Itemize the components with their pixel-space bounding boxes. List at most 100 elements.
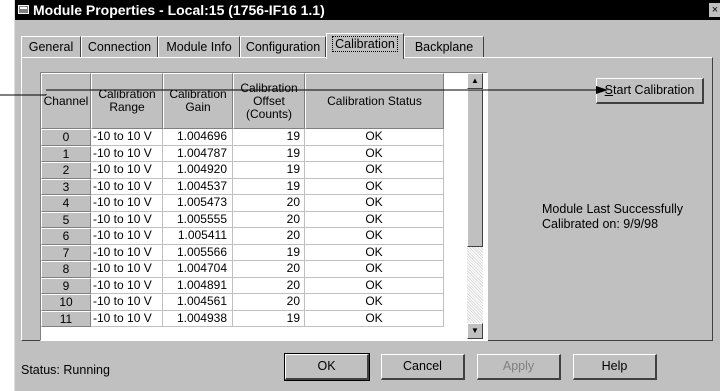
table-row[interactable]: 2 -10 to 10 V 1.004920 19 OK bbox=[41, 162, 444, 179]
offset-cell: 19 bbox=[233, 129, 305, 146]
gain-cell: 1.004938 bbox=[163, 310, 233, 327]
table-row[interactable]: 11 -10 to 10 V 1.004938 19 OK bbox=[41, 310, 444, 327]
offset-cell: 19 bbox=[233, 162, 305, 179]
table-row[interactable]: 9 -10 to 10 V 1.004891 20 OK bbox=[41, 277, 444, 294]
channel-cell: 9 bbox=[41, 277, 91, 294]
channel-cell: 11 bbox=[41, 310, 91, 327]
gain-cell: 1.004920 bbox=[163, 162, 233, 179]
tab-configuration[interactable]: Configuration bbox=[240, 36, 326, 58]
status-cell: OK bbox=[305, 228, 444, 245]
status-cell: OK bbox=[305, 261, 444, 278]
range-cell: -10 to 10 V bbox=[91, 145, 163, 162]
gain-cell: 1.004696 bbox=[163, 129, 233, 146]
gain-cell: 1.005411 bbox=[163, 228, 233, 245]
status-cell: OK bbox=[305, 178, 444, 195]
status-cell: OK bbox=[305, 294, 444, 311]
apply-button[interactable]: Apply bbox=[477, 354, 561, 380]
offset-cell: 20 bbox=[233, 277, 305, 294]
header-calibration-range[interactable]: Calibration Range bbox=[91, 73, 163, 129]
start-calibration-mnemonic: S bbox=[604, 83, 614, 97]
module-last-calibrated-line2: Calibrated on: 9/9/98 bbox=[542, 217, 659, 231]
gain-cell: 1.004891 bbox=[163, 277, 233, 294]
channel-cell: 2 bbox=[41, 162, 91, 179]
channel-cell: 6 bbox=[41, 228, 91, 245]
table-scrollbar[interactable]: ▲ ▼ bbox=[467, 73, 483, 339]
table-row[interactable]: 8 -10 to 10 V 1.004704 20 OK bbox=[41, 261, 444, 278]
tab-connection[interactable]: Connection bbox=[81, 36, 158, 58]
gain-cell: 1.004561 bbox=[163, 294, 233, 311]
tab-calibration[interactable]: Calibration bbox=[326, 33, 404, 59]
offset-cell: 19 bbox=[233, 145, 305, 162]
offset-cell: 19 bbox=[233, 310, 305, 327]
status-cell: OK bbox=[305, 195, 444, 212]
tab-module-info[interactable]: Module Info bbox=[158, 36, 240, 58]
calibration-panel: Channel Calibration Range Calibration Ga… bbox=[21, 57, 713, 341]
table-row[interactable]: 6 -10 to 10 V 1.005411 20 OK bbox=[41, 228, 444, 245]
module-last-calibrated-line1: Module Last Successfully bbox=[542, 202, 684, 216]
tab-backplane[interactable]: Backplane bbox=[404, 36, 484, 58]
status-cell: OK bbox=[305, 244, 444, 261]
gain-cell: 1.005555 bbox=[163, 211, 233, 228]
range-cell: -10 to 10 V bbox=[91, 244, 163, 261]
channel-cell: 3 bbox=[41, 178, 91, 195]
start-calibration-label: tart Calibration bbox=[613, 83, 695, 97]
range-cell: -10 to 10 V bbox=[91, 261, 163, 278]
channel-cell: 0 bbox=[41, 129, 91, 146]
status-cell: OK bbox=[305, 129, 444, 146]
offset-cell: 19 bbox=[233, 178, 305, 195]
header-calibration-gain[interactable]: Calibration Gain bbox=[163, 73, 233, 129]
range-cell: -10 to 10 V bbox=[91, 195, 163, 212]
gain-cell: 1.004787 bbox=[163, 145, 233, 162]
range-cell: -10 to 10 V bbox=[91, 277, 163, 294]
header-calibration-status[interactable]: Calibration Status bbox=[305, 73, 444, 129]
gain-cell: 1.005473 bbox=[163, 195, 233, 212]
table-row[interactable]: 0 -10 to 10 V 1.004696 19 OK bbox=[41, 129, 444, 146]
calibration-table[interactable]: Channel Calibration Range Calibration Ga… bbox=[40, 72, 488, 341]
close-icon[interactable]: × bbox=[709, 3, 720, 17]
status-cell: OK bbox=[305, 162, 444, 179]
offset-cell: 20 bbox=[233, 261, 305, 278]
table-row[interactable]: 7 -10 to 10 V 1.005566 19 OK bbox=[41, 244, 444, 261]
range-cell: -10 to 10 V bbox=[91, 310, 163, 327]
start-calibration-button[interactable]: Start Calibration bbox=[596, 78, 704, 104]
range-cell: -10 to 10 V bbox=[91, 178, 163, 195]
table-row[interactable]: 1 -10 to 10 V 1.004787 19 OK bbox=[41, 145, 444, 162]
table-row[interactable]: 5 -10 to 10 V 1.005555 20 OK bbox=[41, 211, 444, 228]
status-cell: OK bbox=[305, 277, 444, 294]
table-header: Channel Calibration Range Calibration Ga… bbox=[41, 73, 444, 129]
table-row[interactable]: 10 -10 to 10 V 1.004561 20 OK bbox=[41, 294, 444, 311]
ok-button[interactable]: OK bbox=[284, 353, 370, 381]
range-cell: -10 to 10 V bbox=[91, 162, 163, 179]
cancel-button[interactable]: Cancel bbox=[381, 354, 465, 380]
title-bar: Module Properties - Local:15 (1756-IF16 … bbox=[15, 0, 720, 20]
offset-cell: 20 bbox=[233, 211, 305, 228]
gain-cell: 1.005566 bbox=[163, 244, 233, 261]
offset-cell: 20 bbox=[233, 195, 305, 212]
status-text: Status: Running bbox=[21, 363, 110, 377]
status-cell: OK bbox=[305, 145, 444, 162]
header-channel[interactable]: Channel bbox=[41, 73, 91, 129]
header-calibration-offset[interactable]: Calibration Offset (Counts) bbox=[233, 73, 305, 129]
channel-cell: 8 bbox=[41, 261, 91, 278]
scroll-down-icon[interactable]: ▼ bbox=[467, 323, 483, 339]
scroll-up-icon[interactable]: ▲ bbox=[467, 73, 483, 89]
window-menu-icon[interactable] bbox=[18, 5, 29, 14]
range-cell: -10 to 10 V bbox=[91, 294, 163, 311]
range-cell: -10 to 10 V bbox=[91, 129, 163, 146]
gain-cell: 1.004704 bbox=[163, 261, 233, 278]
module-properties-dialog: Module Properties - Local:15 (1756-IF16 … bbox=[14, 0, 720, 391]
help-button[interactable]: Help bbox=[573, 354, 657, 380]
status-cell: OK bbox=[305, 211, 444, 228]
channel-cell: 7 bbox=[41, 244, 91, 261]
table-row[interactable]: 4 -10 to 10 V 1.005473 20 OK bbox=[41, 195, 444, 212]
offset-cell: 19 bbox=[233, 244, 305, 261]
table-body: 0 -10 to 10 V 1.004696 19 OK 1 -10 to 10 V 1.00… bbox=[41, 129, 444, 327]
offset-cell: 20 bbox=[233, 228, 305, 245]
offset-cell: 20 bbox=[233, 294, 305, 311]
channel-cell: 1 bbox=[41, 145, 91, 162]
tab-general[interactable]: General bbox=[21, 36, 81, 58]
table-row[interactable]: 3 -10 to 10 V 1.004537 19 OK bbox=[41, 178, 444, 195]
gain-cell: 1.004537 bbox=[163, 178, 233, 195]
module-calibration-info: Module Last Successfully Calibrated on: … bbox=[542, 202, 712, 232]
scroll-thumb[interactable] bbox=[467, 89, 483, 247]
